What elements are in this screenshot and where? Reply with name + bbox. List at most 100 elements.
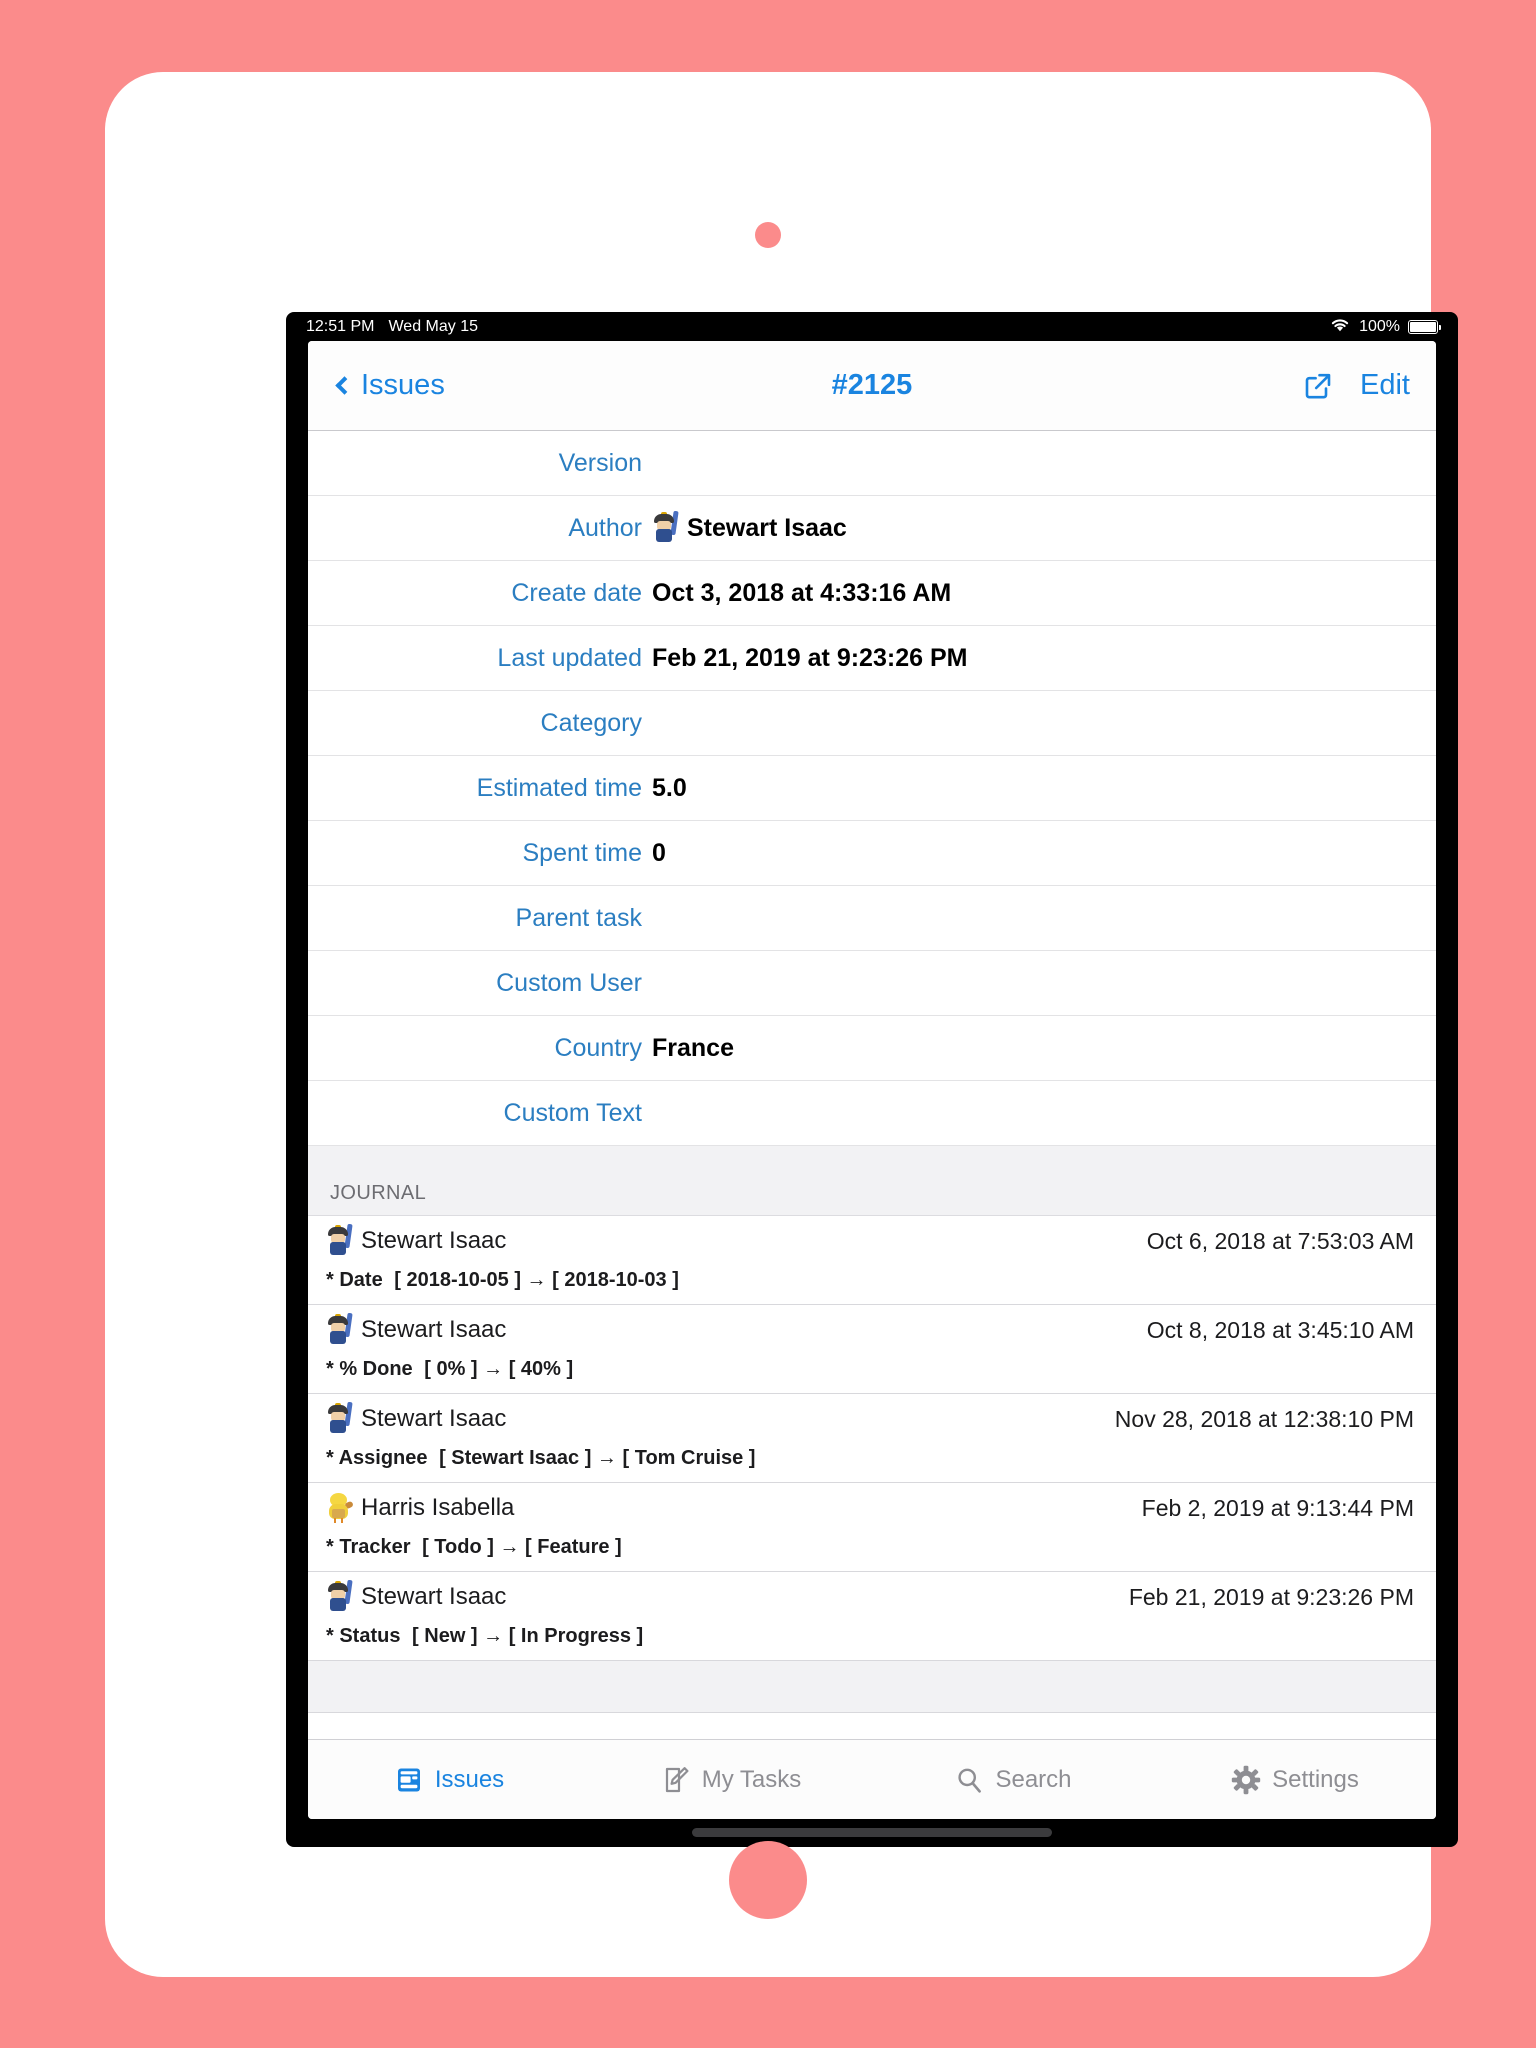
front-camera-dot xyxy=(755,222,781,248)
detail-label: Parent task xyxy=(515,903,642,932)
journal-user: Stewart Isaac xyxy=(326,1401,506,1434)
avatar-samurai-icon xyxy=(326,1312,353,1345)
magnifier-icon xyxy=(954,1765,984,1795)
wifi-icon xyxy=(1329,317,1351,337)
detail-row-parent-task[interactable]: Parent task xyxy=(308,886,1436,951)
tab-bar: Issues My Tasks Search Settings xyxy=(308,1739,1436,1819)
avatar-samurai-icon xyxy=(652,510,679,543)
journal-user-name: Stewart Isaac xyxy=(361,1227,507,1254)
tab-label: Settings xyxy=(1272,1765,1359,1793)
journal-user-name: Harris Isabella xyxy=(361,1494,515,1521)
detail-label: Estimated time xyxy=(476,773,642,802)
journal-change: * Tracker [ Todo ] → [ Feature ] xyxy=(326,1536,1414,1559)
journal-entry-header: Stewart Isaac Nov 28, 2018 at 12:38:10 P… xyxy=(326,1401,1414,1434)
journal-change: * Date [ 2018-10-05 ] → [ 2018-10-03 ] xyxy=(326,1269,1414,1292)
avatar-samurai-icon xyxy=(326,1223,353,1256)
journal-user: Stewart Isaac xyxy=(326,1579,507,1612)
detail-row-custom-text[interactable]: Custom Text xyxy=(308,1081,1436,1146)
journal-change: * Status [ New ] → [ In Progress ] xyxy=(326,1625,1414,1648)
back-to-issues-button[interactable]: Issues xyxy=(334,369,445,402)
detail-row-country[interactable]: Country France xyxy=(308,1016,1436,1081)
journal-user-name: Stewart Isaac xyxy=(361,1316,507,1343)
detail-label: Create date xyxy=(511,578,642,607)
detail-value: Stewart Isaac xyxy=(687,513,847,542)
detail-value: France xyxy=(652,1033,734,1062)
status-date: Wed May 15 xyxy=(388,317,479,335)
home-indicator[interactable] xyxy=(692,1828,1052,1837)
journal-user: Stewart Isaac xyxy=(326,1223,507,1256)
page-title: #2125 xyxy=(831,369,913,401)
journal-entry-header: Stewart Isaac Feb 21, 2019 at 9:23:26 PM xyxy=(326,1579,1414,1612)
journal-date: Oct 8, 2018 at 3:45:10 AM xyxy=(1146,1316,1414,1343)
detail-row-author[interactable]: Author Stewart Isaac xyxy=(308,496,1436,561)
journal-change-value: [ New ] → [ In Progress ] xyxy=(412,1625,644,1647)
journal-entry-header: Stewart Isaac Oct 8, 2018 at 3:45:10 AM xyxy=(326,1312,1414,1345)
journal-change: * Assignee [ Stewart Isaac ] → [ Tom Cru… xyxy=(326,1447,1414,1470)
detail-label: Spent time xyxy=(522,838,642,867)
journal-change-field: * Date xyxy=(326,1269,383,1291)
journal-change-field: * Status xyxy=(326,1625,401,1647)
status-bar-left: 12:51 PM Wed May 15 xyxy=(306,318,478,336)
journal-section-header: JOURNAL xyxy=(308,1146,1436,1216)
journal-change-field: * Assignee xyxy=(326,1447,428,1469)
detail-label: Last updated xyxy=(497,643,642,672)
detail-row-estimated-time[interactable]: Estimated time 5.0 xyxy=(308,756,1436,821)
device-screen-bezel: 12:51 PM Wed May 15 100% Issues #2125 Ed… xyxy=(286,312,1458,1847)
tab-search[interactable]: Search xyxy=(872,1765,1154,1795)
detail-label: Category xyxy=(540,708,642,737)
avatar-samurai-icon xyxy=(326,1579,353,1612)
share-external-link-icon[interactable] xyxy=(1302,370,1334,402)
home-button[interactable] xyxy=(729,1841,807,1919)
journal-entry[interactable]: Stewart Isaac Nov 28, 2018 at 12:38:10 P… xyxy=(308,1394,1436,1483)
tab-my-tasks[interactable]: My Tasks xyxy=(590,1765,872,1795)
journal-change-value: [ Todo ] → [ Feature ] xyxy=(422,1536,622,1558)
issues-card-icon xyxy=(394,1765,424,1795)
journal-entry[interactable]: Stewart Isaac Oct 6, 2018 at 7:53:03 AM … xyxy=(308,1216,1436,1305)
detail-row-category[interactable]: Category xyxy=(308,691,1436,756)
journal-entry[interactable]: Stewart Isaac Feb 21, 2019 at 9:23:26 PM… xyxy=(308,1572,1436,1661)
detail-row-create-date[interactable]: Create date Oct 3, 2018 at 4:33:16 AM xyxy=(308,561,1436,626)
journal-date: Feb 21, 2019 at 9:23:26 PM xyxy=(1128,1583,1414,1610)
journal-user: Harris Isabella xyxy=(326,1493,514,1523)
gear-icon xyxy=(1231,1765,1261,1795)
detail-row-last-updated[interactable]: Last updated Feb 21, 2019 at 9:23:26 PM xyxy=(308,626,1436,691)
tab-issues[interactable]: Issues xyxy=(308,1765,590,1795)
status-bar: 12:51 PM Wed May 15 100% xyxy=(286,312,1458,341)
journal-user-name: Stewart Isaac xyxy=(361,1583,507,1610)
battery-icon xyxy=(1408,319,1441,334)
journal-user: Stewart Isaac xyxy=(326,1312,507,1345)
tab-settings[interactable]: Settings xyxy=(1154,1765,1436,1795)
status-time: 12:51 PM xyxy=(306,317,375,335)
detail-label: Version xyxy=(558,448,642,477)
navigation-bar: Issues #2125 Edit xyxy=(308,341,1436,431)
journal-change-value: [ Stewart Isaac ] → [ Tom Cruise ] xyxy=(439,1447,756,1469)
detail-row-spent-time[interactable]: Spent time 0 xyxy=(308,821,1436,886)
journal-date: Oct 6, 2018 at 7:53:03 AM xyxy=(1146,1227,1414,1254)
detail-label: Custom User xyxy=(496,968,642,997)
tab-label: Issues xyxy=(434,1765,505,1793)
tab-label: My Tasks xyxy=(701,1765,802,1793)
battery-percent-label: 100% xyxy=(1359,317,1400,335)
detail-value-wrap: Stewart Isaac xyxy=(652,510,847,543)
journal-list-footer-space xyxy=(308,1661,1436,1713)
detail-row-custom-user[interactable]: Custom User xyxy=(308,951,1436,1016)
detail-label: Author xyxy=(568,513,642,542)
pencil-note-icon xyxy=(661,1765,691,1795)
journal-date: Nov 28, 2018 at 12:38:10 PM xyxy=(1114,1405,1414,1432)
detail-label: Country xyxy=(554,1033,642,1062)
journal-change-value: [ 0% ] → [ 40% ] xyxy=(424,1358,574,1380)
detail-value: Feb 21, 2019 at 9:23:26 PM xyxy=(652,643,968,672)
journal-change-field: * Tracker xyxy=(326,1536,411,1558)
detail-row-version[interactable]: Version xyxy=(308,431,1436,496)
edit-button[interactable]: Edit xyxy=(1360,369,1410,402)
journal-change: * % Done [ 0% ] → [ 40% ] xyxy=(326,1358,1414,1381)
journal-change-value: [ 2018-10-05 ] → [ 2018-10-03 ] xyxy=(394,1269,679,1291)
journal-entry[interactable]: Stewart Isaac Oct 8, 2018 at 3:45:10 AM … xyxy=(308,1305,1436,1394)
detail-value: 5.0 xyxy=(652,773,687,802)
journal-entry[interactable]: Harris Isabella Feb 2, 2019 at 9:13:44 P… xyxy=(308,1483,1436,1572)
detail-label: Custom Text xyxy=(503,1098,642,1127)
detail-value: 0 xyxy=(652,838,666,867)
navigation-actions: Edit xyxy=(1302,369,1410,402)
journal-change-field: * % Done xyxy=(326,1358,413,1380)
chevron-left-icon xyxy=(335,376,354,395)
